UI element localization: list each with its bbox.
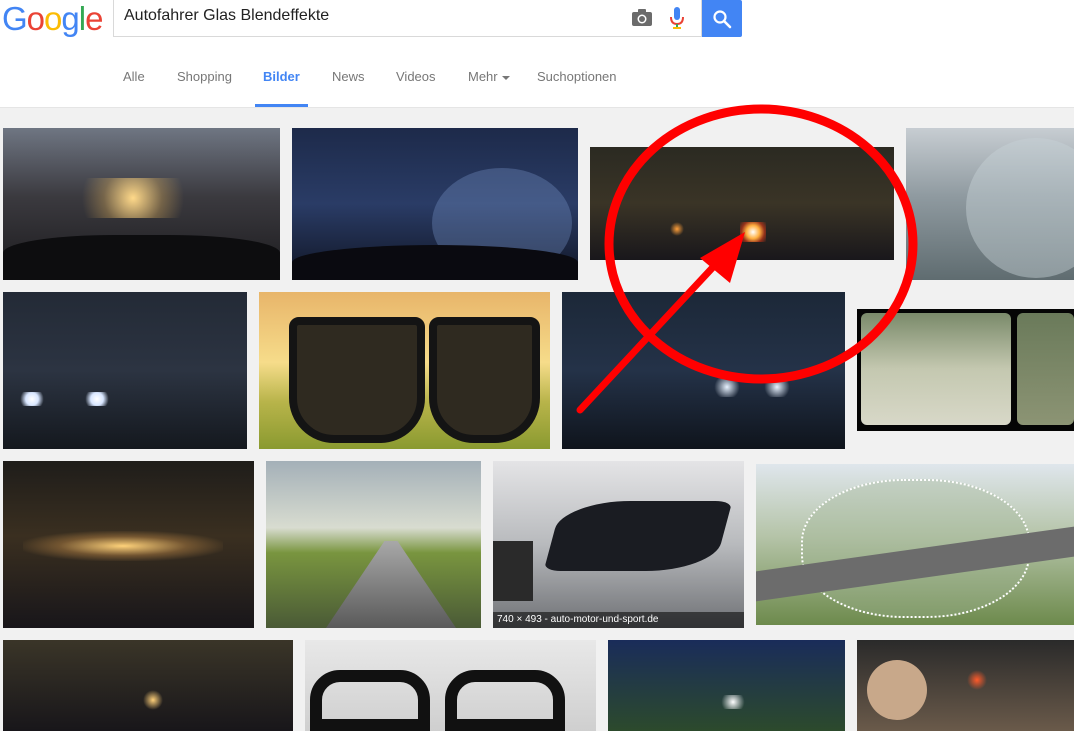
image-result-sunglasses-field[interactable] — [259, 292, 550, 449]
search-input[interactable]: Autofahrer Glas Blendeffekte — [113, 0, 702, 37]
image-result-night-traffic-glare[interactable] — [3, 461, 254, 628]
logo-letter: o — [26, 0, 45, 37]
image-result-sunny-country-road[interactable] — [266, 461, 481, 628]
image-result-windshield-comparison[interactable] — [857, 309, 1074, 431]
tab-more-label: Mehr — [468, 69, 498, 84]
image-result-cyclists-road-lens[interactable] — [906, 128, 1074, 280]
camera-icon[interactable] — [631, 9, 653, 27]
image-result-mercedes-headlight[interactable]: 740 × 493 - auto-motor-und-sport.de — [493, 461, 744, 628]
header: Google Autofahrer Glas Blendeffekte — [0, 0, 1074, 49]
logo-letter: e — [85, 0, 103, 37]
active-tab-indicator — [255, 104, 308, 107]
google-logo[interactable]: Google — [2, 0, 103, 38]
logo-letter: g — [61, 0, 79, 37]
search-tabs: Alle Shopping Bilder News Videos Mehr Su… — [0, 49, 1074, 108]
tab-images[interactable]: Bilder — [263, 69, 300, 84]
image-result-street-lamp-night[interactable] — [3, 640, 293, 731]
image-result-eye-test-person[interactable] — [857, 640, 1074, 731]
search-button[interactable] — [702, 0, 742, 37]
logo-letter: G — [2, 0, 28, 37]
tab-all[interactable]: Alle — [123, 69, 145, 84]
image-result-dashboard-blue-road[interactable] — [292, 128, 578, 280]
image-result-traffic-jam-night[interactable] — [562, 292, 845, 449]
image-result-car-taillights-glare[interactable] — [590, 147, 894, 260]
logo-letter: o — [44, 0, 62, 37]
image-size-caption: 740 × 493 - auto-motor-und-sport.de — [493, 612, 744, 628]
chevron-down-icon — [501, 75, 510, 80]
search-icon — [713, 10, 732, 29]
search-query: Autofahrer Glas Blendeffekte — [124, 7, 330, 24]
tab-search-options[interactable]: Suchoptionen — [537, 69, 617, 84]
image-result-glasses-frame-room[interactable] — [305, 640, 596, 731]
image-result-night-road-blue[interactable] — [608, 640, 845, 731]
tab-videos[interactable]: Videos — [396, 69, 436, 84]
microphone-icon[interactable] — [669, 7, 685, 29]
tab-more[interactable]: Mehr — [468, 69, 510, 84]
image-result-night-street-car-view[interactable] — [3, 128, 280, 280]
image-result-car-headlights-night[interactable] — [3, 292, 247, 449]
tab-shopping[interactable]: Shopping — [177, 69, 232, 84]
image-result-lens-country-road[interactable] — [756, 464, 1074, 625]
tab-news[interactable]: News — [332, 69, 365, 84]
